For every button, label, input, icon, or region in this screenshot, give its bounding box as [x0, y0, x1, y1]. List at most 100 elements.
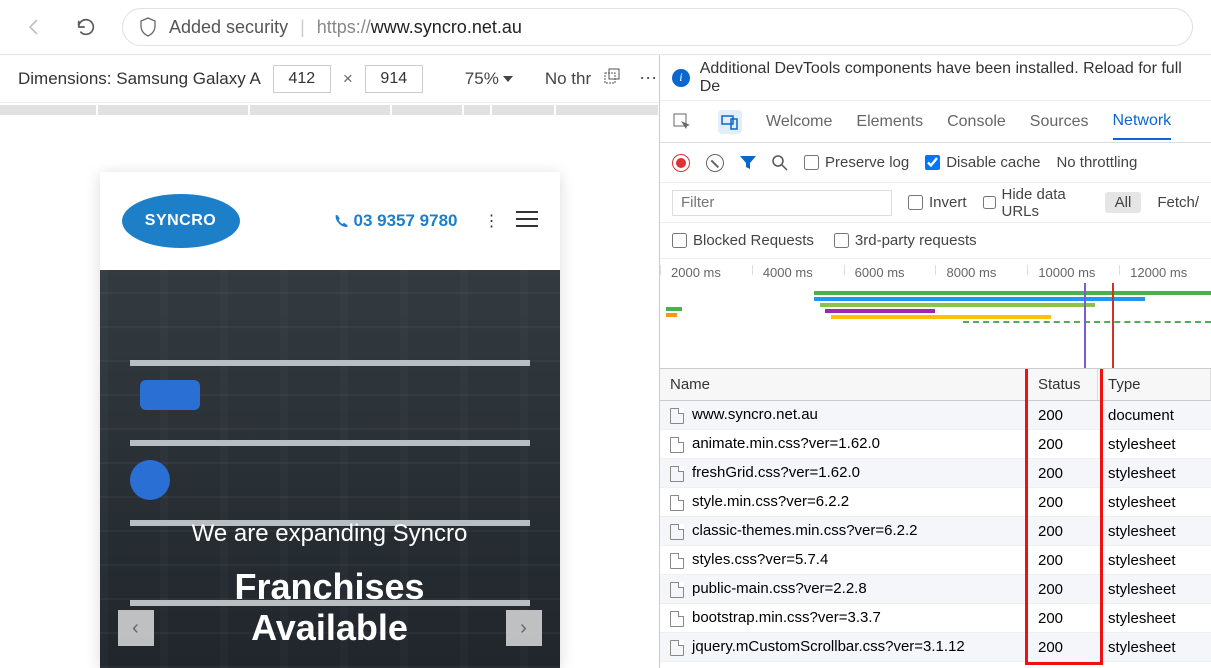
hamburger-icon[interactable] [516, 211, 538, 231]
security-label: Added security [169, 17, 288, 38]
inspect-icon[interactable] [670, 110, 694, 134]
clear-button[interactable] [706, 154, 724, 172]
url-text: https://www.syncro.net.au [317, 17, 522, 38]
row-name: public-main.css?ver=2.2.8 [692, 580, 867, 597]
carousel-next-button[interactable]: › [506, 610, 542, 646]
ruler [0, 103, 659, 117]
row-status: 200 [1028, 610, 1098, 627]
more-icon[interactable]: ⋯ [639, 68, 657, 89]
file-icon [670, 408, 684, 424]
invert-check[interactable]: Invert [908, 194, 967, 211]
file-icon [670, 640, 684, 656]
network-overview[interactable]: 2000 ms4000 ms6000 ms8000 ms10000 ms1200… [660, 259, 1211, 369]
overview-tick: 8000 ms [935, 265, 1027, 275]
address-bar[interactable]: Added security | https://www.syncro.net.… [122, 8, 1193, 46]
table-row[interactable]: jquery.mCustomScrollbar.css?ver=3.1.1220… [660, 633, 1211, 662]
row-status: 200 [1028, 407, 1098, 424]
width-input[interactable] [273, 65, 331, 93]
row-type: stylesheet [1098, 523, 1211, 540]
table-header[interactable]: Name Status Type [660, 369, 1211, 401]
file-icon [670, 495, 684, 511]
row-type: document [1098, 407, 1211, 424]
search-icon[interactable] [772, 155, 788, 171]
col-name[interactable]: Name [660, 369, 1028, 400]
third-party-check[interactable]: 3rd-party requests [834, 232, 977, 249]
row-type: stylesheet [1098, 494, 1211, 511]
row-name: classic-themes.min.css?ver=6.2.2 [692, 522, 918, 539]
overview-tick: 10000 ms [1027, 265, 1119, 275]
info-strip: i Additional DevTools components have be… [660, 55, 1211, 101]
file-icon [670, 437, 684, 453]
throttle-select[interactable]: No throttling [1056, 154, 1137, 171]
row-name: www.syncro.net.au [692, 406, 818, 423]
filter-fetch[interactable]: Fetch/ [1157, 194, 1199, 211]
hero-text: We are expanding Syncro FranchisesAvaila… [100, 520, 560, 649]
record-button[interactable] [672, 154, 690, 172]
filter-all-pill[interactable]: All [1105, 192, 1142, 213]
table-row[interactable]: styles.css?ver=5.7.4200stylesheet [660, 546, 1211, 575]
tab-elements[interactable]: Elements [856, 105, 923, 139]
shield-icon [139, 17, 157, 37]
table-row[interactable]: style.min.css?ver=6.2.2200stylesheet [660, 488, 1211, 517]
mobile-viewport: SYNCRO 03 9357 9780 ⋮ [0, 117, 659, 668]
table-row[interactable]: animate.min.css?ver=1.62.0 200stylesheet [660, 430, 1211, 459]
row-status: 200 [1028, 523, 1098, 540]
throttle-select-trunc[interactable]: No thr [545, 69, 591, 89]
row-name: styles.css?ver=5.7.4 [692, 551, 828, 568]
table-row[interactable]: freshGrid.css?ver=1.62.0200stylesheet [660, 459, 1211, 488]
overview-tick: 4000 ms [752, 265, 844, 275]
table-row[interactable]: public-main.css?ver=2.2.8 200stylesheet [660, 575, 1211, 604]
height-input[interactable] [365, 65, 423, 93]
filter-icon[interactable] [740, 156, 756, 170]
row-type: stylesheet [1098, 639, 1211, 656]
row-status: 200 [1028, 581, 1098, 598]
row-name: style.min.css?ver=6.2.2 [692, 493, 849, 510]
separator: | [300, 17, 305, 38]
row-type: stylesheet [1098, 552, 1211, 569]
network-table: Name Status Type www.syncro.net.au200doc… [660, 369, 1211, 668]
hide-data-urls-check[interactable]: Hide data URLs [983, 186, 1089, 220]
syncro-logo[interactable]: SYNCRO [122, 194, 240, 248]
hero-line2: FranchisesAvailable [100, 566, 560, 649]
device-pane: Dimensions: Samsung Galaxy A × 75% No th… [0, 55, 660, 668]
row-type: stylesheet [1098, 581, 1211, 598]
table-row[interactable]: classic-themes.min.css?ver=6.2.2 200style… [660, 517, 1211, 546]
kebab-icon[interactable]: ⋮ [484, 211, 500, 231]
device-label[interactable]: Dimensions: Samsung Galaxy A [18, 69, 261, 89]
tab-sources[interactable]: Sources [1030, 105, 1089, 139]
row-type: stylesheet [1098, 436, 1211, 453]
tab-console[interactable]: Console [947, 105, 1006, 139]
preserve-log-check[interactable]: Preserve log [804, 154, 909, 171]
row-name: animate.min.css?ver=1.62.0 [692, 435, 880, 452]
col-type[interactable]: Type [1098, 369, 1211, 400]
row-status: 200 [1028, 436, 1098, 453]
table-row[interactable]: www.syncro.net.au 200document [660, 401, 1211, 430]
tab-welcome[interactable]: Welcome [766, 105, 832, 139]
network-filter-row2: Blocked Requests 3rd-party requests [660, 223, 1211, 259]
rotate-icon[interactable] [603, 68, 621, 89]
row-status: 200 [1028, 465, 1098, 482]
zoom-select[interactable]: 75% [465, 69, 513, 89]
table-row[interactable]: bootstrap.min.css?ver=3.3.7200stylesheet [660, 604, 1211, 633]
back-button[interactable] [18, 11, 50, 43]
col-status[interactable]: Status [1028, 369, 1098, 400]
file-icon [670, 582, 684, 598]
filter-input[interactable] [672, 190, 892, 216]
overview-tick: 12000 ms [1119, 265, 1211, 275]
device-toggle-icon[interactable] [718, 110, 742, 134]
carousel-prev-button[interactable]: ‹ [118, 610, 154, 646]
blocked-requests-check[interactable]: Blocked Requests [672, 232, 814, 249]
network-toolbar: Preserve log Disable cache No throttling [660, 143, 1211, 183]
tab-network[interactable]: Network [1113, 104, 1172, 140]
file-icon [670, 611, 684, 627]
row-status: 200 [1028, 639, 1098, 656]
info-icon: i [672, 69, 690, 87]
phone-frame: SYNCRO 03 9357 9780 ⋮ [100, 172, 560, 668]
phone-link[interactable]: 03 9357 9780 [334, 211, 458, 231]
disable-cache-check[interactable]: Disable cache [925, 154, 1040, 171]
file-icon [670, 466, 684, 482]
file-icon [670, 553, 684, 569]
hero-line1: We are expanding Syncro [100, 520, 560, 548]
reload-button[interactable] [70, 11, 102, 43]
browser-toolbar: Added security | https://www.syncro.net.… [0, 0, 1211, 55]
